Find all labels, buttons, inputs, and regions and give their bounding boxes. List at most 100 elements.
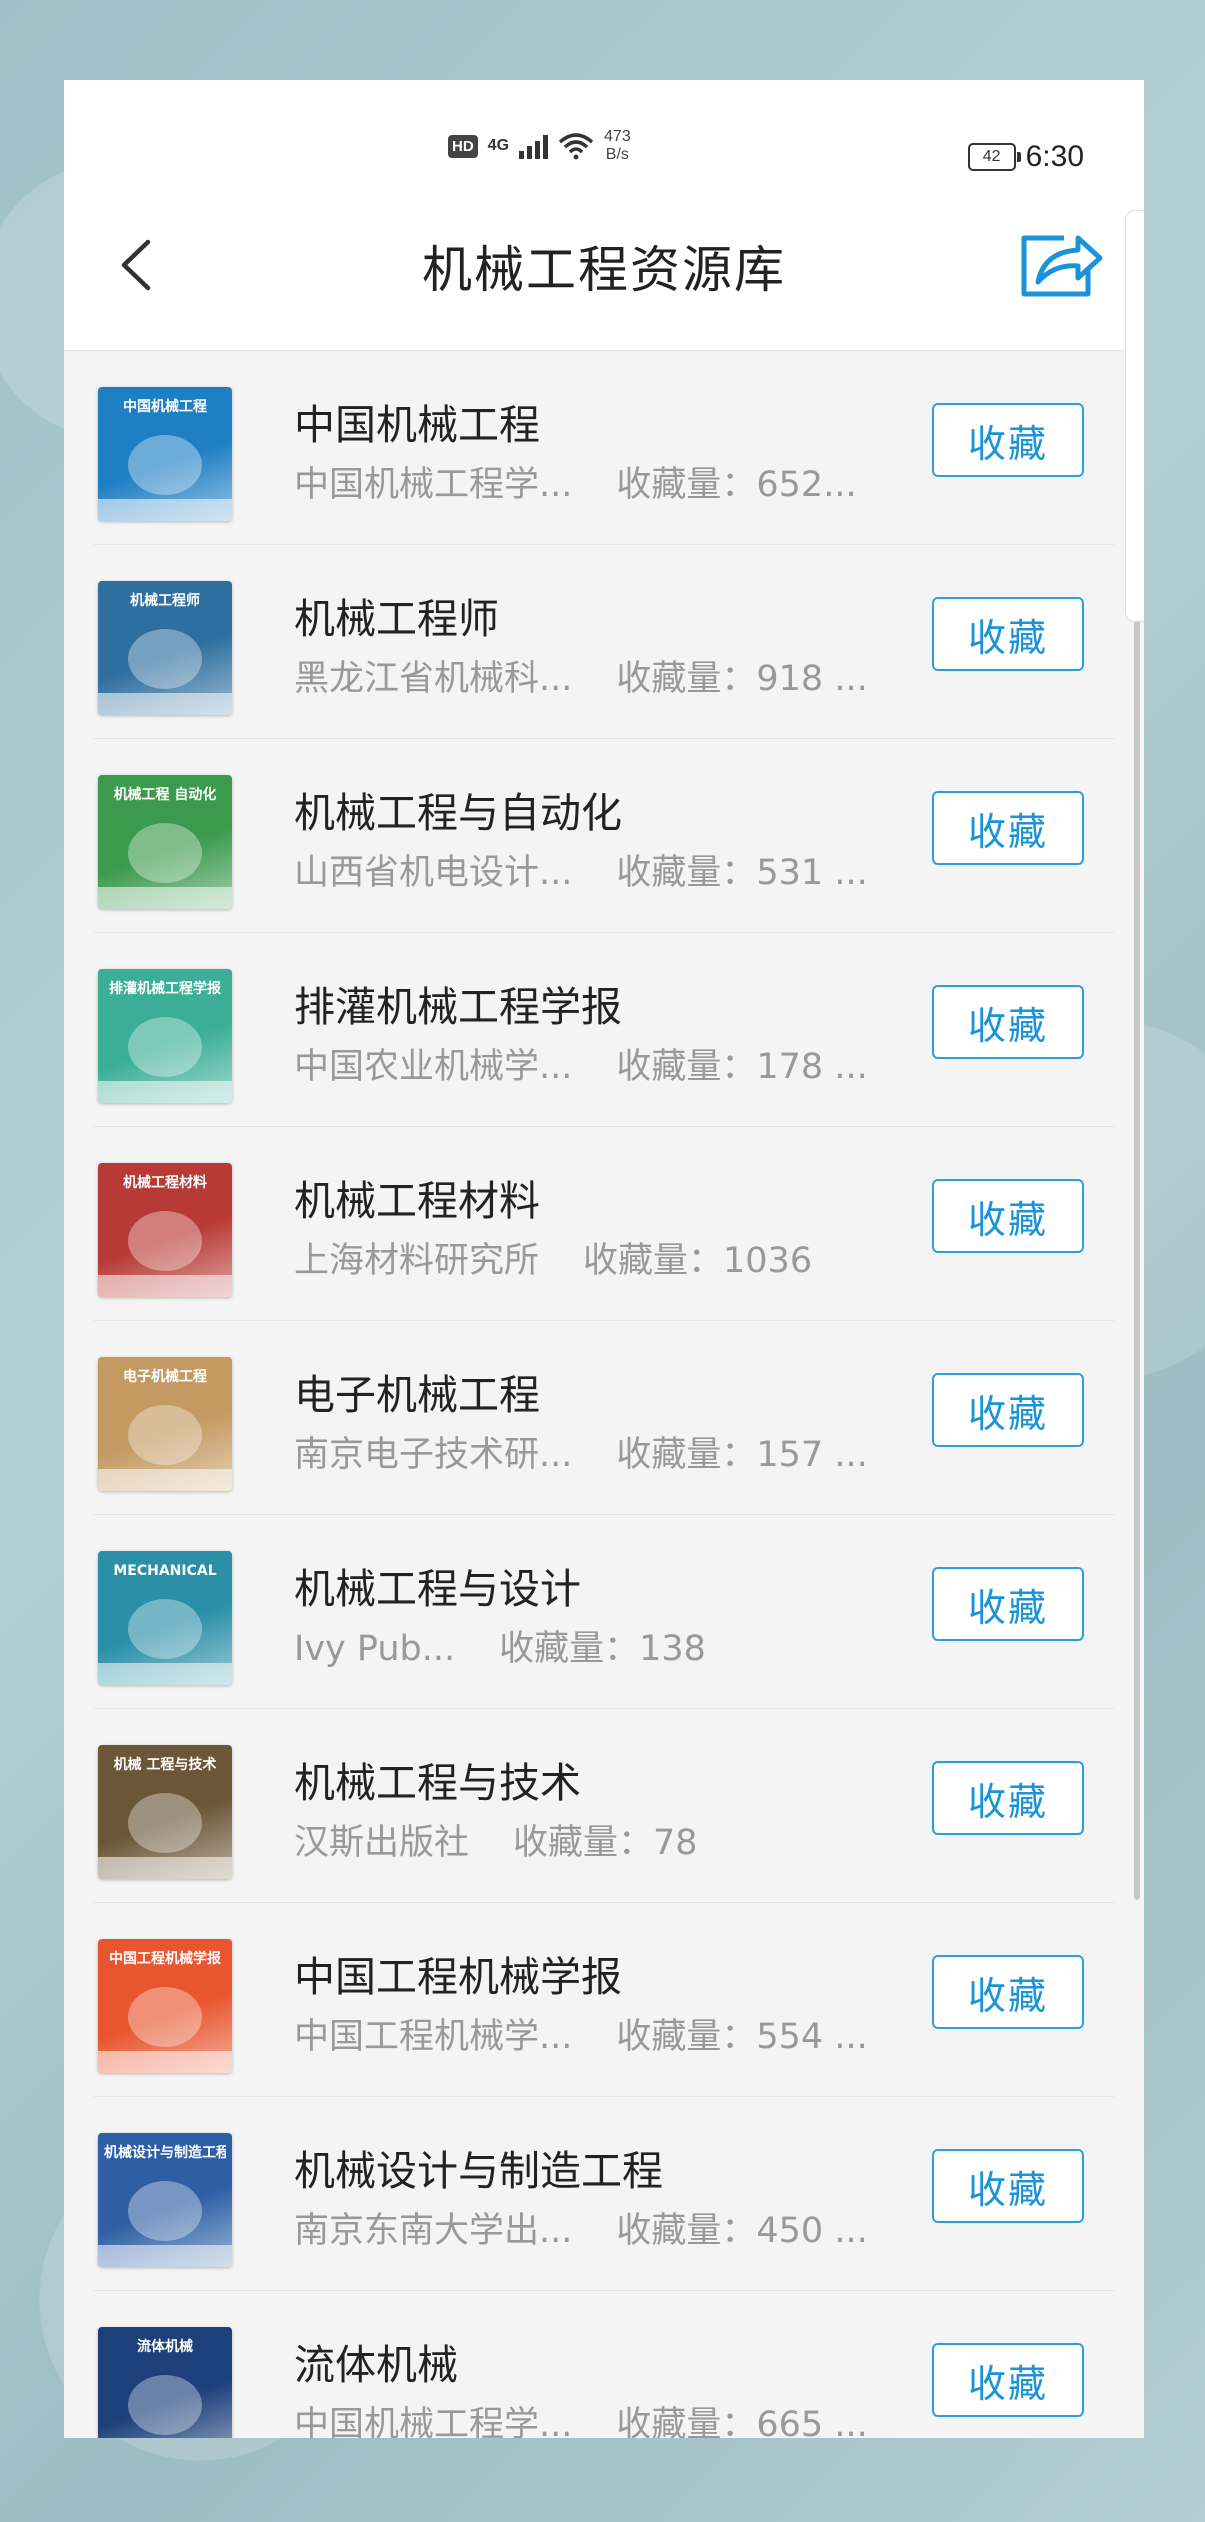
journal-publisher: 南京电子技术研... bbox=[294, 1435, 573, 1475]
status-indicators: HD 4G 473 B/s bbox=[448, 128, 631, 164]
list-item[interactable]: 机械设计与制造工程 机械设计与制造工程 南京东南大学出... 收藏量：450 ..… bbox=[94, 2097, 1114, 2291]
list-item[interactable]: 流体机械 流体机械 中国机械工程学... 收藏量：665 ... 收藏 bbox=[94, 2291, 1114, 2438]
favorite-button[interactable]: 收藏 bbox=[932, 1567, 1084, 1641]
list-item[interactable]: 机械 工程与技术 机械工程与技术 汉斯出版社 收藏量：78 收藏 bbox=[94, 1709, 1114, 1903]
journal-cover-image: 中国工程机械学报 bbox=[98, 1939, 232, 2073]
journal-cover-image: 机械工程 自动化 bbox=[98, 775, 232, 909]
journal-meta: 黑龙江省机械科... 收藏量：918 ... bbox=[294, 650, 868, 701]
journal-cover-image: 机械 工程与技术 bbox=[98, 1745, 232, 1879]
favorite-count: 收藏量：918 ... bbox=[616, 659, 868, 699]
cover-title: 机械工程材料 bbox=[123, 1175, 207, 1191]
favorite-button[interactable]: 收藏 bbox=[932, 1373, 1084, 1447]
cover-title: 机械 工程与技术 bbox=[113, 1757, 217, 1773]
journal-list: 中国机械工程 中国机械工程 中国机械工程学... 收藏量：652... 收藏 机械… bbox=[64, 351, 1144, 2438]
journal-title[interactable]: 机械工程与设计 bbox=[294, 1555, 581, 1615]
journal-cover-image: 排灌机械工程学报 bbox=[98, 969, 232, 1103]
journal-publisher: Ivy Pub... bbox=[294, 1629, 456, 1669]
journal-cover-image: MECHANICAL bbox=[98, 1551, 232, 1685]
favorite-count: 收藏量：450 ... bbox=[616, 2211, 868, 2251]
journal-title[interactable]: 中国工程机械学报 bbox=[294, 1943, 622, 2003]
journal-cover-image: 电子机械工程 bbox=[98, 1357, 232, 1491]
favorite-count: 收藏量：78 bbox=[513, 1823, 698, 1863]
cover-graphic bbox=[128, 1599, 202, 1659]
journal-publisher: 山西省机电设计... bbox=[294, 853, 573, 893]
cover-title: 中国机械工程 bbox=[123, 399, 207, 415]
journal-title[interactable]: 机械工程与技术 bbox=[294, 1749, 581, 1809]
favorite-button[interactable]: 收藏 bbox=[932, 985, 1084, 1059]
journal-title[interactable]: 中国机械工程 bbox=[294, 391, 540, 451]
network-type: 4G bbox=[487, 137, 510, 154]
journal-publisher: 中国机械工程学... bbox=[294, 465, 573, 505]
journal-publisher: 中国农业机械学... bbox=[294, 1047, 573, 1087]
cover-title: 排灌机械工程学报 bbox=[109, 981, 221, 997]
favorite-button[interactable]: 收藏 bbox=[932, 1761, 1084, 1835]
favorite-button[interactable]: 收藏 bbox=[932, 2149, 1084, 2223]
journal-title[interactable]: 机械设计与制造工程 bbox=[294, 2137, 663, 2197]
favorite-count: 收藏量：652... bbox=[616, 465, 857, 505]
wifi-icon bbox=[558, 133, 594, 160]
cover-band bbox=[98, 1663, 232, 1685]
journal-meta: 汉斯出版社 收藏量：78 bbox=[294, 1814, 698, 1865]
journal-title[interactable]: 流体机械 bbox=[294, 2331, 458, 2391]
list-item[interactable]: 电子机械工程 电子机械工程 南京电子技术研... 收藏量：157 ... 收藏 bbox=[94, 1321, 1114, 1515]
cover-title: 机械工程师 bbox=[130, 593, 200, 609]
journal-meta: 南京东南大学出... 收藏量：450 ... bbox=[294, 2202, 868, 2253]
favorite-count: 收藏量：1036 bbox=[583, 1241, 813, 1281]
battery-level: 42 bbox=[982, 148, 1001, 165]
favorite-count: 收藏量：531 ... bbox=[616, 853, 868, 893]
journal-meta: 中国机械工程学... 收藏量：665 ... bbox=[294, 2396, 868, 2438]
cover-band bbox=[98, 499, 232, 521]
journal-title[interactable]: 机械工程材料 bbox=[294, 1167, 540, 1227]
cover-band bbox=[98, 2051, 232, 2073]
list-item[interactable]: 排灌机械工程学报 排灌机械工程学报 中国农业机械学... 收藏量：178 ... … bbox=[94, 933, 1114, 1127]
favorite-button[interactable]: 收藏 bbox=[932, 791, 1084, 865]
side-drawer-handle[interactable] bbox=[1125, 210, 1144, 622]
speed-value: 473 bbox=[604, 128, 631, 145]
cover-title: 机械工程 自动化 bbox=[113, 787, 217, 803]
favorite-button[interactable]: 收藏 bbox=[932, 2343, 1084, 2417]
journal-publisher: 汉斯出版社 bbox=[294, 1823, 470, 1863]
cover-graphic bbox=[128, 629, 202, 689]
journal-title[interactable]: 机械工程与自动化 bbox=[294, 779, 622, 839]
journal-title[interactable]: 机械工程师 bbox=[294, 585, 499, 645]
cover-title: 机械设计与制造工程 bbox=[104, 2145, 226, 2161]
journal-meta: 中国工程机械学... 收藏量：554 ... bbox=[294, 2008, 868, 2059]
share-icon bbox=[1021, 235, 1103, 297]
list-item[interactable]: 机械工程材料 机械工程材料 上海材料研究所 收藏量：1036 收藏 bbox=[94, 1127, 1114, 1321]
favorite-button[interactable]: 收藏 bbox=[932, 403, 1084, 477]
journal-cover-image: 机械工程师 bbox=[98, 581, 232, 715]
cover-band bbox=[98, 693, 232, 715]
cover-graphic bbox=[128, 1793, 202, 1853]
cover-band bbox=[98, 887, 232, 909]
favorite-button[interactable]: 收藏 bbox=[932, 597, 1084, 671]
clock: 6:30 bbox=[1025, 140, 1084, 173]
journal-meta: Ivy Pub... 收藏量：138 bbox=[294, 1620, 706, 1671]
list-item[interactable]: 中国工程机械学报 中国工程机械学报 中国工程机械学... 收藏量：554 ... … bbox=[94, 1903, 1114, 2097]
cover-graphic bbox=[128, 435, 202, 495]
favorite-button[interactable]: 收藏 bbox=[932, 1179, 1084, 1253]
cover-title: 中国工程机械学报 bbox=[109, 1951, 221, 1967]
journal-title[interactable]: 排灌机械工程学报 bbox=[294, 973, 622, 1033]
cover-band bbox=[98, 1275, 232, 1297]
list-item[interactable]: 中国机械工程 中国机械工程 中国机械工程学... 收藏量：652... 收藏 bbox=[94, 351, 1114, 545]
cover-graphic bbox=[128, 2375, 202, 2435]
list-item[interactable]: 机械工程师 机械工程师 黑龙江省机械科... 收藏量：918 ... 收藏 bbox=[94, 545, 1114, 739]
phone-screen: HD 4G 473 B/s 42 6:30 机械工程资源库 中国机械工程 中国机… bbox=[64, 80, 1144, 2438]
battery-icon: 42 bbox=[967, 143, 1021, 171]
navigation-bar: 机械工程资源库 bbox=[64, 180, 1144, 351]
journal-meta: 中国农业机械学... 收藏量：178 ... bbox=[294, 1038, 868, 1089]
hd-badge: HD bbox=[448, 134, 478, 158]
journal-publisher: 中国工程机械学... bbox=[294, 2017, 573, 2057]
cover-graphic bbox=[128, 2181, 202, 2241]
cover-title: 流体机械 bbox=[137, 2339, 193, 2355]
journal-title[interactable]: 电子机械工程 bbox=[294, 1361, 540, 1421]
favorite-button[interactable]: 收藏 bbox=[932, 1955, 1084, 2029]
list-item[interactable]: MECHANICAL 机械工程与设计 Ivy Pub... 收藏量：138 收藏 bbox=[94, 1515, 1114, 1709]
cover-band bbox=[98, 1857, 232, 1879]
list-item[interactable]: 机械工程 自动化 机械工程与自动化 山西省机电设计... 收藏量：531 ... … bbox=[94, 739, 1114, 933]
cover-graphic bbox=[128, 1987, 202, 2047]
share-button[interactable] bbox=[1014, 222, 1104, 302]
journal-meta: 山西省机电设计... 收藏量：531 ... bbox=[294, 844, 868, 895]
cover-graphic bbox=[128, 1405, 202, 1465]
journal-meta: 上海材料研究所 收藏量：1036 bbox=[294, 1232, 812, 1283]
